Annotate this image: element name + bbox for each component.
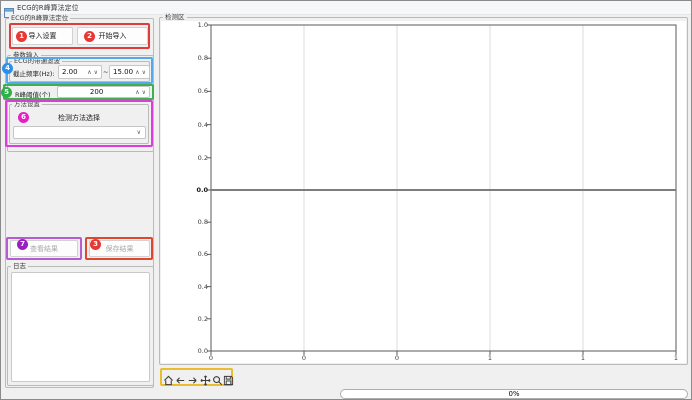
y-tick-label: 0.2 [190, 154, 208, 163]
y-tick-label: 0.4 [190, 283, 208, 292]
y-tick-label: 1.0 [190, 21, 208, 30]
x-tick-label: 1 [575, 354, 591, 363]
y-tick-label: 0.8 [190, 54, 208, 63]
rpeak-threshold-value: 200 [58, 88, 135, 96]
detection-method-combobox[interactable] [13, 126, 146, 139]
import-settings-label: 导入设置 [29, 31, 57, 41]
badge-5: 5 [1, 87, 12, 98]
badge-6: 6 [18, 112, 29, 123]
spin-down-icon[interactable] [142, 89, 146, 96]
view-results-label: 查看结果 [30, 244, 58, 254]
badge-3: 3 [90, 239, 101, 250]
badge-7: 7 [17, 239, 28, 250]
progress-bar: 0% [340, 389, 688, 399]
spin-up-icon[interactable] [135, 89, 139, 96]
home-icon[interactable] [163, 371, 174, 390]
zoom-icon[interactable] [212, 371, 223, 390]
cutoff-high-value: 15.00 [110, 68, 135, 76]
cutoff-high-spinbox[interactable]: 15.00 [109, 65, 150, 79]
y-tick-label: 0.4 [190, 121, 208, 130]
detection-area-group-title: 检测区 [163, 13, 187, 21]
titlebar: ECG的R峰算法定位 [0, 0, 692, 15]
annotation-box-method [5, 100, 153, 147]
badge-4: 4 [2, 63, 13, 74]
y-tick-label: 0.8 [190, 218, 208, 227]
left-panel-group-title: ECG的R峰算法定位 [9, 14, 70, 22]
plot-axes [161, 21, 686, 363]
back-icon[interactable] [175, 371, 186, 390]
y-tick-label: 0.2 [190, 315, 208, 324]
x-tick-label: 0 [296, 354, 312, 363]
spin-down-icon[interactable] [94, 69, 98, 76]
start-import-label: 开始导入 [99, 31, 127, 41]
plot-canvas[interactable] [161, 21, 686, 363]
pan-icon[interactable] [200, 371, 211, 390]
cutoff-frequency-label: 截止频率(Hz): [13, 68, 55, 78]
x-tick-label: 0 [389, 354, 405, 363]
log-textarea[interactable] [11, 272, 150, 382]
badge-1: 1 [16, 31, 27, 42]
y-tick-label: 0.6 [190, 87, 208, 96]
spin-down-icon[interactable] [142, 69, 146, 76]
log-group-title: 日志 [11, 262, 28, 270]
forward-icon[interactable] [187, 371, 198, 390]
x-tick-label: 1 [482, 354, 498, 363]
y-tick-label-junction: 0.0 [190, 186, 208, 195]
range-separator: ~ [103, 68, 108, 76]
badge-2: 2 [84, 31, 95, 42]
detection-method-label: 检测方法选择 [9, 113, 149, 123]
save-results-label: 保存结果 [106, 244, 134, 254]
save-icon[interactable] [223, 371, 234, 390]
y-tick-label: 0.6 [190, 250, 208, 259]
rpeak-threshold-spinbox[interactable]: 200 [57, 86, 150, 98]
spin-up-icon[interactable] [135, 69, 139, 76]
cutoff-low-value: 2.00 [59, 68, 87, 76]
cutoff-low-spinbox[interactable]: 2.00 [58, 65, 102, 79]
chevron-down-icon [137, 129, 145, 136]
progress-text: 0% [508, 390, 519, 398]
window-title: ECG的R峰算法定位 [17, 3, 79, 13]
x-tick-label: 0 [203, 354, 219, 363]
x-tick-label: 1 [668, 354, 684, 363]
spin-up-icon[interactable] [87, 69, 91, 76]
rpeak-threshold-label: R峰阈值(个) [15, 89, 51, 99]
